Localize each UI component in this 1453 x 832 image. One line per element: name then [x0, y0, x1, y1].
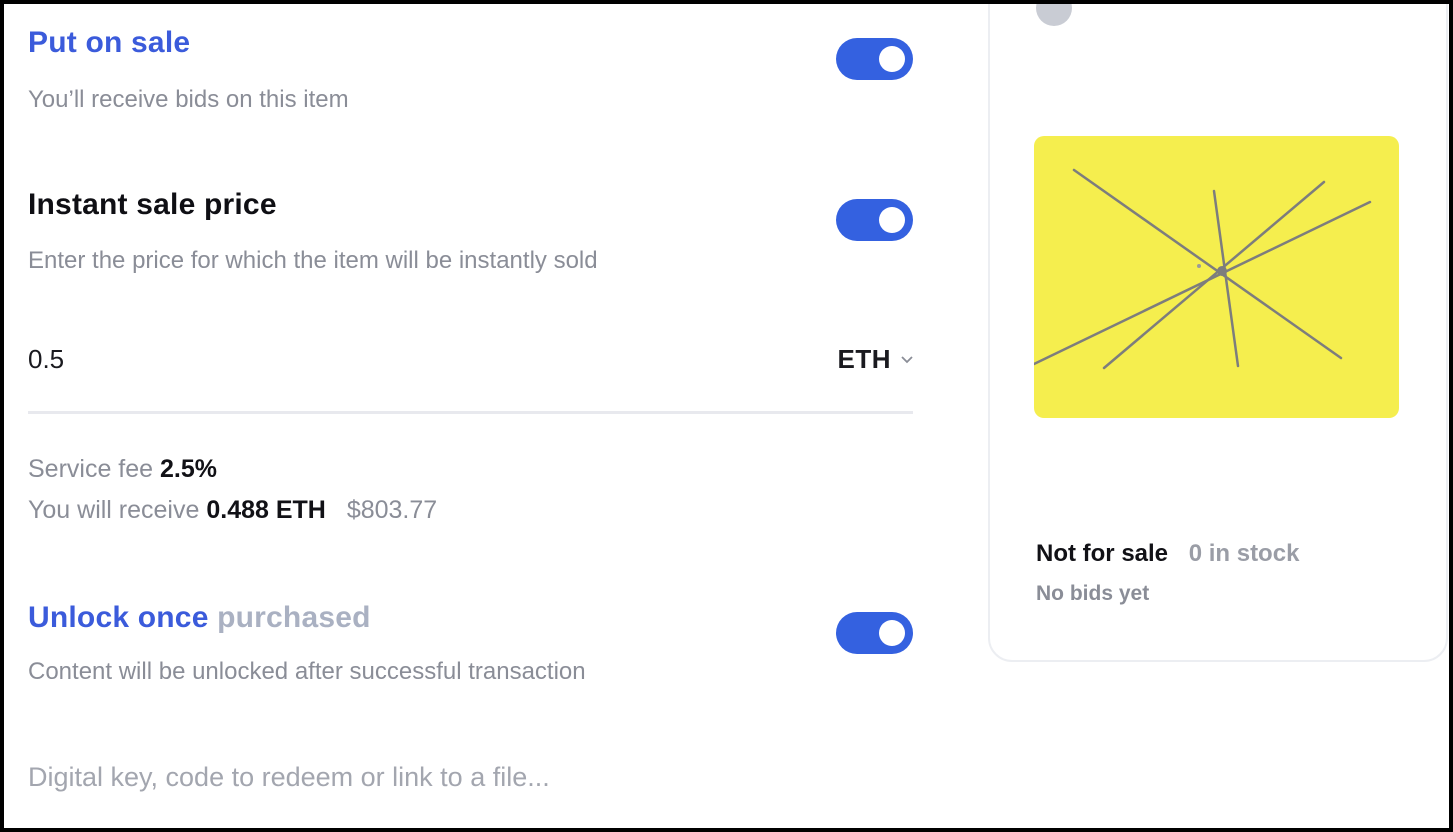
price-input[interactable] — [28, 344, 728, 375]
toggle-knob — [879, 620, 905, 646]
chevron-down-icon — [901, 355, 913, 363]
unlock-subtitle: Content will be unlocked after successfu… — [28, 658, 586, 685]
receive-line: You will receive 0.488 ETH $803.77 — [28, 496, 437, 525]
avatar — [1036, 0, 1072, 26]
instant-sale-subtitle: Enter the price for which the item will … — [28, 247, 598, 274]
instant-sale-title: Instant sale price — [28, 188, 277, 221]
unlock-toggle[interactable] — [836, 612, 913, 654]
currency-label: ETH — [837, 344, 891, 374]
receive-usd: $803.77 — [346, 496, 438, 524]
service-fee-label: Service fee — [28, 455, 154, 483]
preview-image — [1034, 136, 1399, 418]
sale-settings-panel: Put on sale You’ll receive bids on this … — [28, 0, 913, 832]
stock-count: 0 in stock — [1188, 540, 1300, 567]
card-status: Not for sale 0 in stock — [1036, 540, 1299, 568]
currency-select[interactable]: ETH — [838, 344, 914, 375]
preview-artwork — [1034, 168, 1372, 370]
put-on-sale-title: Put on sale — [28, 26, 191, 59]
sale-status: Not for sale — [1036, 540, 1169, 567]
receive-value: 0.488 ETH — [206, 496, 326, 524]
instant-sale-toggle[interactable] — [836, 199, 913, 241]
creator-row — [1036, 0, 1082, 26]
unlock-content-input[interactable] — [28, 762, 888, 793]
put-on-sale-subtitle: You’ll receive bids on this item — [28, 86, 349, 113]
unlock-title-part2: purchased — [217, 601, 371, 634]
price-divider — [28, 411, 913, 414]
bids-status: No bids yet — [1036, 582, 1150, 605]
receive-label: You will receive — [28, 496, 200, 524]
put-on-sale-toggle[interactable] — [836, 38, 913, 80]
toggle-knob — [879, 207, 905, 233]
service-fee-line: Service fee 2.5% — [28, 455, 217, 484]
unlock-title-part1: Unlock once — [28, 601, 209, 634]
unlock-title: Unlock once purchased — [28, 601, 371, 635]
service-fee-value: 2.5% — [160, 455, 217, 483]
toggle-knob — [879, 46, 905, 72]
